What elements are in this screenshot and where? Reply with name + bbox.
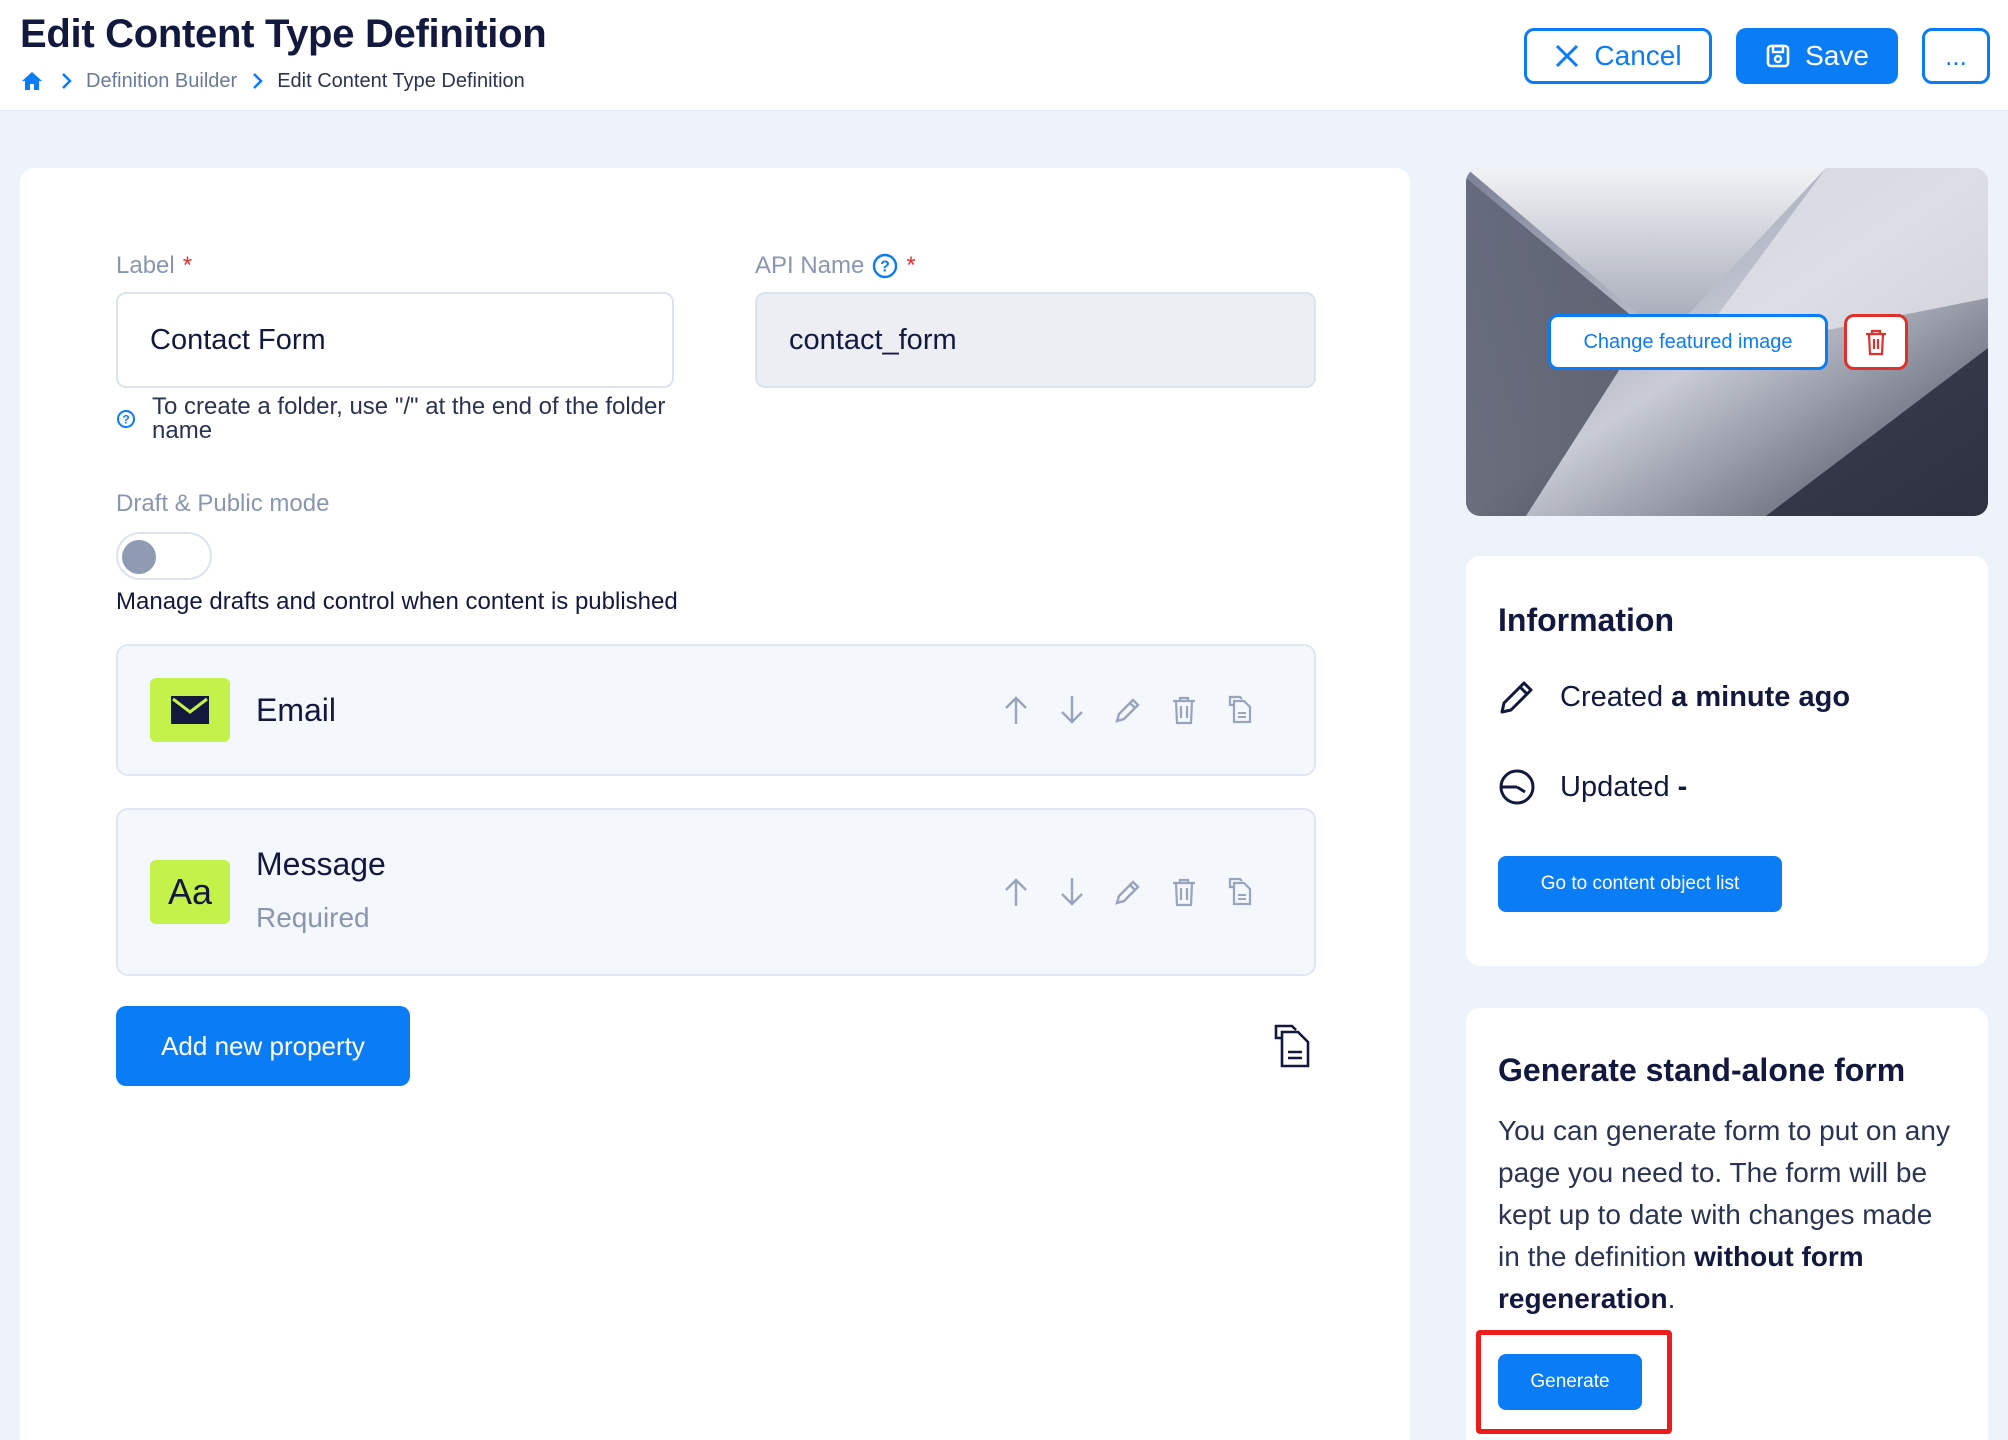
featured-image: Change featured image (1466, 168, 1988, 516)
trash-icon[interactable] (1166, 874, 1202, 910)
property-name: Email (256, 692, 337, 728)
generate-description: You can generate form to put on any page… (1498, 1115, 1950, 1314)
trash-icon[interactable] (1166, 692, 1202, 728)
text-aa-icon: Aa (150, 860, 230, 924)
cancel-label: Cancel (1594, 40, 1682, 71)
label-hint: ? To create a folder, use "/" at the end… (116, 395, 676, 443)
pencil-icon[interactable] (1110, 692, 1146, 728)
home-icon[interactable] (20, 68, 46, 94)
page-title: Edit Content Type Definition (20, 12, 547, 56)
chevron-right-icon (251, 72, 263, 90)
close-icon (1556, 44, 1579, 68)
definition-form-card: Label * Contact Form ? To create a folde… (20, 168, 1410, 1440)
toggle-knob (122, 540, 156, 574)
trash-icon (1866, 329, 1886, 356)
change-featured-image-button[interactable]: Change featured image (1548, 314, 1828, 370)
copy-document-icon[interactable] (1272, 1024, 1312, 1070)
pencil-icon (1498, 678, 1536, 716)
duplicate-icon[interactable] (1222, 874, 1258, 910)
more-options-button[interactable]: ... (1922, 28, 1990, 84)
arrow-down-icon[interactable] (1054, 692, 1090, 728)
mode-description: Manage drafts and control when content i… (116, 588, 678, 615)
chevron-right-icon (60, 72, 72, 90)
property-row-email[interactable]: Email (116, 644, 1316, 776)
mode-field-title: Draft & Public mode (116, 490, 330, 517)
go-to-content-list-button[interactable]: Go to content object list (1498, 856, 1782, 912)
clock-icon (1498, 768, 1536, 806)
delete-image-button[interactable] (1844, 314, 1908, 370)
svg-text:Aa: Aa (168, 872, 213, 912)
required-mark: * (182, 252, 193, 279)
breadcrumb-definition-builder[interactable]: Definition Builder (86, 70, 237, 93)
property-actions (998, 874, 1258, 910)
property-row-message[interactable]: Aa Message Required (116, 808, 1316, 976)
arrow-down-icon[interactable] (1054, 874, 1090, 910)
required-mark: * (906, 252, 916, 279)
generate-title: Generate stand-alone form (1498, 1052, 1906, 1088)
duplicate-icon[interactable] (1222, 692, 1258, 728)
breadcrumb: Definition Builder Edit Content Type Def… (20, 68, 525, 94)
updated-row: Updated - (1498, 768, 1687, 806)
created-row: Created a minute ago (1498, 678, 1850, 716)
generate-form-card: Generate stand-alone form You can genera… (1466, 1008, 1988, 1440)
save-label: Save (1805, 40, 1869, 71)
generate-button[interactable]: Generate (1498, 1354, 1642, 1410)
label-field-title: Label * (116, 252, 193, 279)
help-circle-icon[interactable]: ? (872, 253, 898, 279)
svg-text:?: ? (122, 413, 129, 427)
api-name-input[interactable]: contact_form (755, 292, 1316, 388)
save-button[interactable]: Save (1736, 28, 1898, 84)
arrow-up-icon[interactable] (998, 692, 1034, 728)
information-card: Information Created a minute ago Updated… (1466, 556, 1988, 966)
add-property-button[interactable]: Add new property (116, 1006, 410, 1086)
svg-text:?: ? (880, 259, 890, 276)
more-label: ... (1945, 40, 1967, 71)
information-title: Information (1498, 602, 1674, 638)
property-required-label: Required (256, 902, 370, 933)
api-name-field-title: API Name ? * (755, 252, 916, 279)
page-header: Edit Content Type Definition Definition … (0, 0, 2008, 111)
draft-public-toggle[interactable] (116, 532, 212, 580)
property-actions (998, 692, 1258, 728)
label-input[interactable]: Contact Form (116, 292, 674, 388)
floppy-disk-icon (1766, 44, 1790, 68)
envelope-icon (150, 678, 230, 742)
property-name: Message (256, 846, 386, 882)
pencil-icon[interactable] (1110, 874, 1146, 910)
help-circle-icon: ? (116, 409, 136, 434)
breadcrumb-current: Edit Content Type Definition (277, 69, 525, 92)
cancel-button[interactable]: Cancel (1524, 28, 1712, 84)
arrow-up-icon[interactable] (998, 874, 1034, 910)
